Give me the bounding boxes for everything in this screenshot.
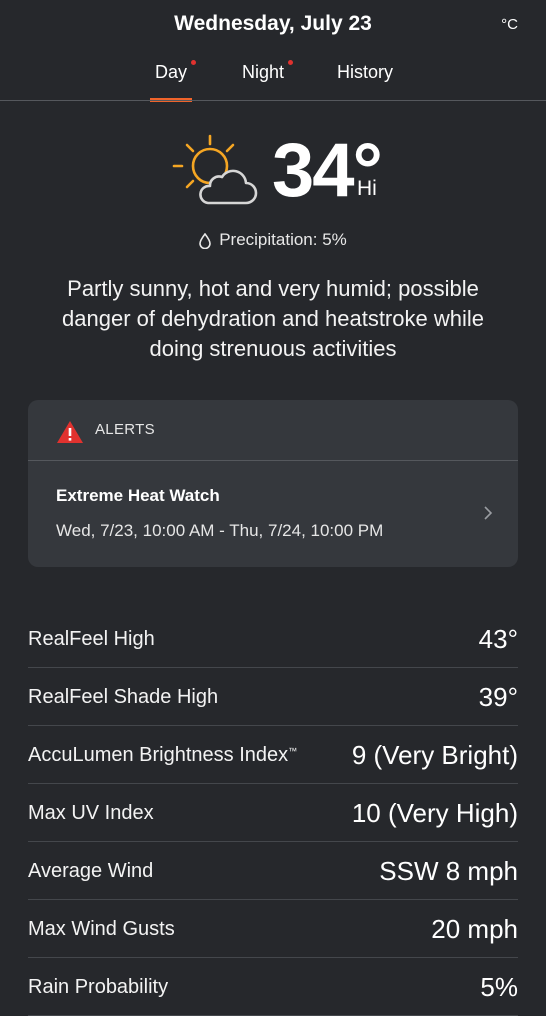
detail-label-wrap: AccuLumen Brightness Index™	[28, 744, 297, 767]
detail-value: 39°	[478, 682, 518, 712]
tab-day[interactable]: Day	[155, 60, 197, 83]
droplet-icon	[199, 232, 212, 249]
detail-row-max-uv: Max UV Index 10 (Very High)	[28, 784, 518, 842]
alert-title: Extreme Heat Watch	[56, 486, 220, 505]
precipitation: Precipitation: 5%	[0, 230, 546, 250]
alerts-header: ALERTS	[28, 400, 518, 461]
warning-icon	[57, 421, 83, 443]
notification-dot	[191, 60, 197, 65]
tab-night[interactable]: Night	[242, 60, 294, 83]
hi-label: Hi	[357, 177, 377, 200]
detail-label: AccuLumen Brightness Index	[28, 744, 289, 766]
chevron-right-icon	[484, 506, 493, 520]
alert-item[interactable]: Extreme Heat Watch Wed, 7/23, 10:00 AM -…	[28, 461, 518, 567]
detail-label: Rain Probability	[28, 976, 169, 998]
alert-time: Wed, 7/23, 10:00 AM - Thu, 7/24, 10:00 P…	[56, 521, 384, 540]
tab-day-label: Day	[155, 62, 188, 82]
detail-label: Average Wind	[28, 860, 154, 882]
header: Wednesday, July 23 °C Day Night History	[0, 0, 546, 102]
tab-history-label: History	[337, 62, 394, 82]
detail-value: 9 (Very Bright)	[351, 740, 518, 770]
date-title: Wednesday, July 23	[174, 12, 372, 35]
detail-row-rain-probability: Rain Probability 5%	[28, 958, 518, 1016]
unit-toggle[interactable]: °C	[501, 16, 518, 33]
detail-value: 5%	[480, 972, 518, 1002]
detail-row-brightness-index: AccuLumen Brightness Index™ 9 (Very Brig…	[28, 726, 518, 784]
trademark-mark: ™	[288, 746, 298, 756]
alerts-card: ALERTS Extreme Heat Watch Wed, 7/23, 10:…	[28, 400, 518, 567]
detail-row-realfeel-shade-high: RealFeel Shade High 39°	[28, 668, 518, 726]
detail-label: Max Wind Gusts	[28, 918, 175, 940]
detail-value: 20 mph	[431, 914, 518, 944]
detail-value: 10 (Very High)	[351, 798, 518, 828]
detail-value: SSW 8 mph	[379, 856, 518, 886]
detail-label: Max UV Index	[28, 802, 154, 824]
detail-row-max-wind-gusts: Max Wind Gusts 20 mph	[28, 900, 518, 958]
tab-bar: Day Night History	[0, 60, 546, 102]
tab-history[interactable]: History	[337, 62, 393, 83]
detail-label: RealFeel High	[28, 628, 155, 650]
details-list: RealFeel High 43° RealFeel Shade High 39…	[28, 610, 518, 1016]
detail-value: 43°	[478, 624, 518, 654]
precipitation-text: Precipitation: 5%	[219, 230, 347, 249]
forecast-description: Partly sunny, hot and very humid; possib…	[62, 276, 484, 361]
detail-row-realfeel-high: RealFeel High 43°	[28, 610, 518, 668]
alerts-label: ALERTS	[95, 421, 155, 438]
tab-night-label: Night	[242, 62, 285, 82]
notification-dot	[288, 60, 294, 65]
detail-label: RealFeel Shade High	[28, 686, 219, 708]
forecast-hero: 34° Hi	[0, 125, 546, 215]
partly-sunny-icon	[172, 134, 258, 205]
detail-row-average-wind: Average Wind SSW 8 mph	[28, 842, 518, 900]
divider	[0, 100, 546, 101]
